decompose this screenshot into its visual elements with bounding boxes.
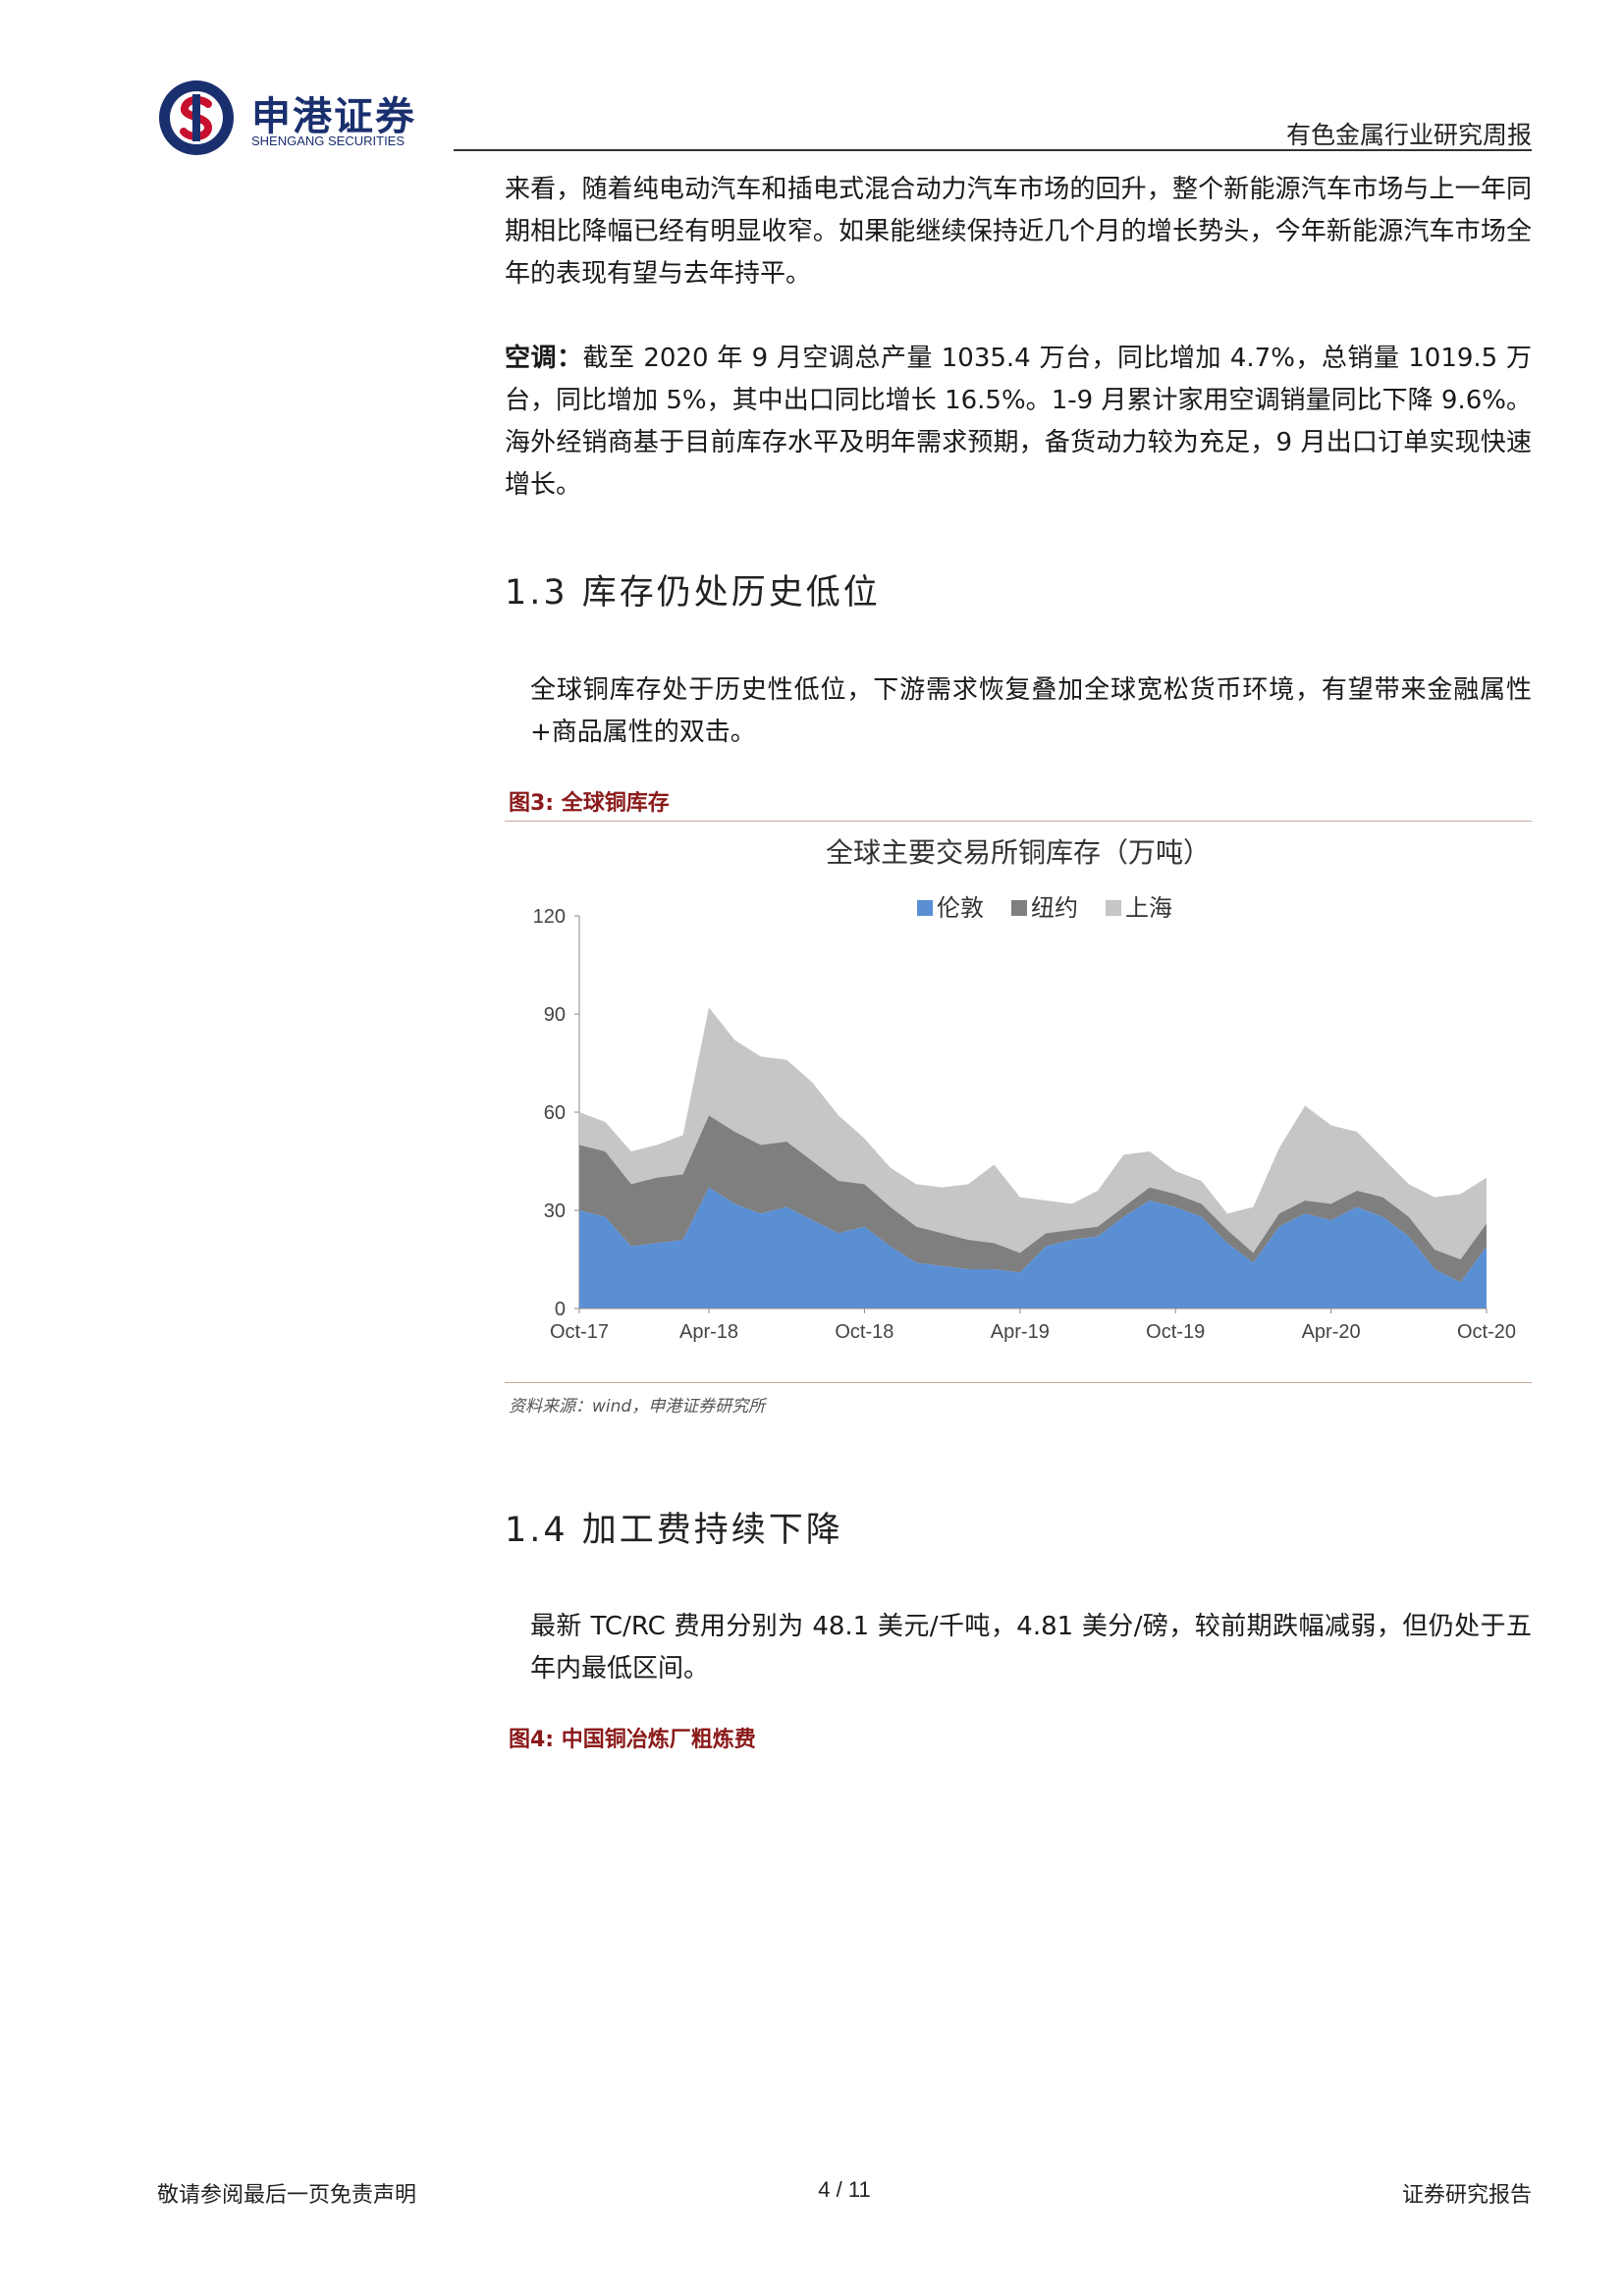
y-tick-label: 90 xyxy=(544,1004,566,1026)
chart-title: 全球主要交易所铜库存（万吨） xyxy=(826,836,1211,869)
x-tick-label: Apr-18 xyxy=(679,1321,738,1343)
x-axis: Oct-17 Apr-18 Oct-18 Apr-19 Oct-19 Apr-20 Oct-… xyxy=(550,1308,1516,1343)
logo-english-name: SHENGANG SECURITIES xyxy=(251,133,406,148)
figure-3-source: 资料来源：wind，申港证券研究所 xyxy=(509,1397,766,1416)
air-conditioner-text: 截至 2020 年 9 月空调总产量 1035.4 万台，同比增加 4.7%，总… xyxy=(505,344,1532,500)
section-title-1-4: 1.4 加工费持续下降 xyxy=(505,1511,843,1550)
tcrc-paragraph: 最新 TC/RC 费用分别为 48.1 美元/千吨，4.81 美分/磅，较前期跌… xyxy=(530,1612,1532,1683)
x-tick-label: Apr-19 xyxy=(991,1321,1050,1343)
legend-label: 伦敦 xyxy=(937,894,984,922)
footer-report-label: 证券研究报告 xyxy=(1401,2183,1532,2208)
legend-label: 上海 xyxy=(1125,894,1172,922)
x-tick-label: Apr-20 xyxy=(1302,1321,1361,1343)
intro-paragraph: 来看，随着纯电动汽车和插电式混合动力汽车市场的回升，整个新能源汽车市场与上一年同… xyxy=(505,175,1532,289)
chart-areas xyxy=(579,1007,1487,1308)
page-number: 4 / 11 xyxy=(818,2177,871,2202)
x-tick-label: Oct-19 xyxy=(1146,1321,1205,1343)
chart-legend: 伦敦 纽约 上海 xyxy=(917,894,1172,922)
report-type: 有色金属行业研究周报 xyxy=(1285,121,1532,149)
air-conditioner-label: 空调： xyxy=(505,344,583,373)
y-tick-label: 0 xyxy=(555,1299,566,1320)
figure-4-label: 图4: 中国铜冶炼厂粗炼费 xyxy=(509,1728,756,1752)
shengang-logo-icon xyxy=(159,80,234,155)
legend-swatch xyxy=(1106,900,1121,916)
y-tick-label: 30 xyxy=(544,1201,566,1222)
copper-inventory-chart: 全球主要交易所铜库存（万吨） 伦敦 纽约 上海 0 30 60 90 120 Oct-17 A… xyxy=(533,836,1516,1343)
section-title-1-3: 1.3 库存仍处历史低位 xyxy=(505,573,881,613)
legend-label: 纽约 xyxy=(1031,894,1078,922)
inventory-paragraph: 全球铜库存处于历史性低位，下游需求恢复叠加全球宽松货币环境，有望带来金融属性+商… xyxy=(530,675,1532,747)
header-divider xyxy=(454,149,1532,151)
legend-swatch xyxy=(917,900,933,916)
x-tick-label: Oct-17 xyxy=(550,1321,609,1343)
y-tick-label: 120 xyxy=(533,906,566,928)
air-conditioner-paragraph: 空调：截至 2020 年 9 月空调总产量 1035.4 万台，同比增加 4.7… xyxy=(505,338,1532,507)
legend-swatch xyxy=(1011,900,1027,916)
x-tick-label: Oct-18 xyxy=(835,1321,893,1343)
figure-3-top-rule xyxy=(505,821,1532,822)
y-tick-label: 60 xyxy=(544,1102,566,1124)
company-logo: 申港证券 SHENGANG SECURITIES xyxy=(157,79,452,157)
figure-3-bottom-rule xyxy=(505,1382,1532,1383)
x-tick-label: Oct-20 xyxy=(1457,1321,1516,1343)
y-axis: 0 30 60 90 120 xyxy=(533,906,580,1320)
figure-3-label: 图3: 全球铜库存 xyxy=(509,791,670,816)
